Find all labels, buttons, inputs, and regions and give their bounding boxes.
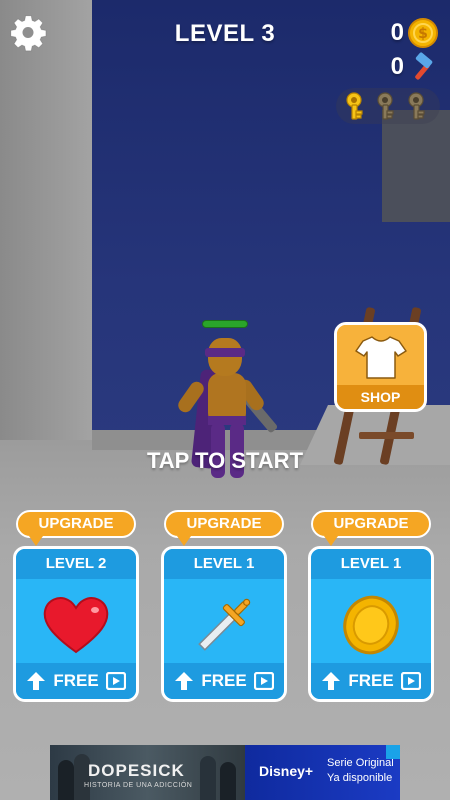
upgrade-level: LEVEL 2 — [16, 549, 136, 579]
upgrade-badge: UPGRADE — [164, 510, 284, 538]
ad-line-2: Ya disponible — [327, 772, 393, 784]
ad-brand: Disney+ — [259, 763, 314, 779]
upgrade-level: LEVEL 1 — [311, 549, 431, 579]
arrow-up-icon — [175, 672, 193, 690]
coin-count: 0 — [390, 19, 404, 46]
ad-artwork: DOPESICK HISTORIA DE UNA ADICCIÓN — [50, 745, 245, 800]
coin-counter: 0 $ — [391, 18, 438, 48]
upgrade-cost: FREE — [53, 671, 99, 690]
hammer-counter: 0 — [391, 52, 438, 82]
upgrade-health-card[interactable]: UPGRADE LEVEL 2 FREE — [13, 510, 139, 702]
hammer-icon — [415, 52, 433, 80]
upgrade-level: LEVEL 1 — [164, 549, 284, 579]
coin-icon — [343, 595, 399, 655]
arrow-up-icon — [322, 672, 340, 690]
upgrade-coin-card[interactable]: UPGRADE LEVEL 1 FREE — [308, 510, 434, 702]
arrow-up-icon — [27, 672, 45, 690]
player-health-bar — [202, 320, 248, 328]
upgrade-sword-card[interactable]: UPGRADE LEVEL 1 FREE — [161, 510, 287, 702]
shop-button[interactable]: SHOP — [334, 322, 427, 412]
hammer-count: 0 — [390, 53, 404, 80]
ad-banner[interactable]: DOPESICK HISTORIA DE UNA ADICCIÓN Disney… — [50, 745, 400, 800]
ad-line-1: Serie Original — [327, 757, 394, 769]
sword-icon — [198, 598, 251, 651]
video-ad-icon — [106, 672, 126, 690]
keys-panel — [336, 88, 440, 124]
key-icon-empty — [408, 92, 425, 120]
upgrade-cost: FREE — [201, 671, 247, 690]
level-title: LEVEL 3 — [174, 20, 276, 47]
svg-text:$: $ — [418, 26, 428, 42]
stone-pillar — [382, 110, 450, 222]
key-icon-collected — [346, 92, 363, 120]
ad-promo: Disney+ Serie Original Ya disponible — [245, 745, 400, 800]
upgrade-badge: UPGRADE — [311, 510, 431, 538]
upgrade-badge: UPGRADE — [16, 510, 136, 538]
heart-icon — [43, 597, 109, 654]
video-ad-icon — [401, 672, 421, 690]
shop-label: SHOP — [337, 385, 424, 409]
ad-title: DOPESICK — [88, 761, 185, 780]
coin-icon: $ — [408, 18, 438, 48]
video-ad-icon — [254, 672, 274, 690]
ad-choices-icon[interactable] — [386, 745, 400, 759]
tap-to-start-prompt[interactable]: TAP TO START — [0, 448, 450, 474]
ad-subtitle: HISTORIA DE UNA ADICCIÓN — [84, 782, 193, 789]
key-icon-empty — [377, 92, 394, 120]
upgrade-cost: FREE — [348, 671, 394, 690]
tshirt-icon — [354, 336, 407, 379]
